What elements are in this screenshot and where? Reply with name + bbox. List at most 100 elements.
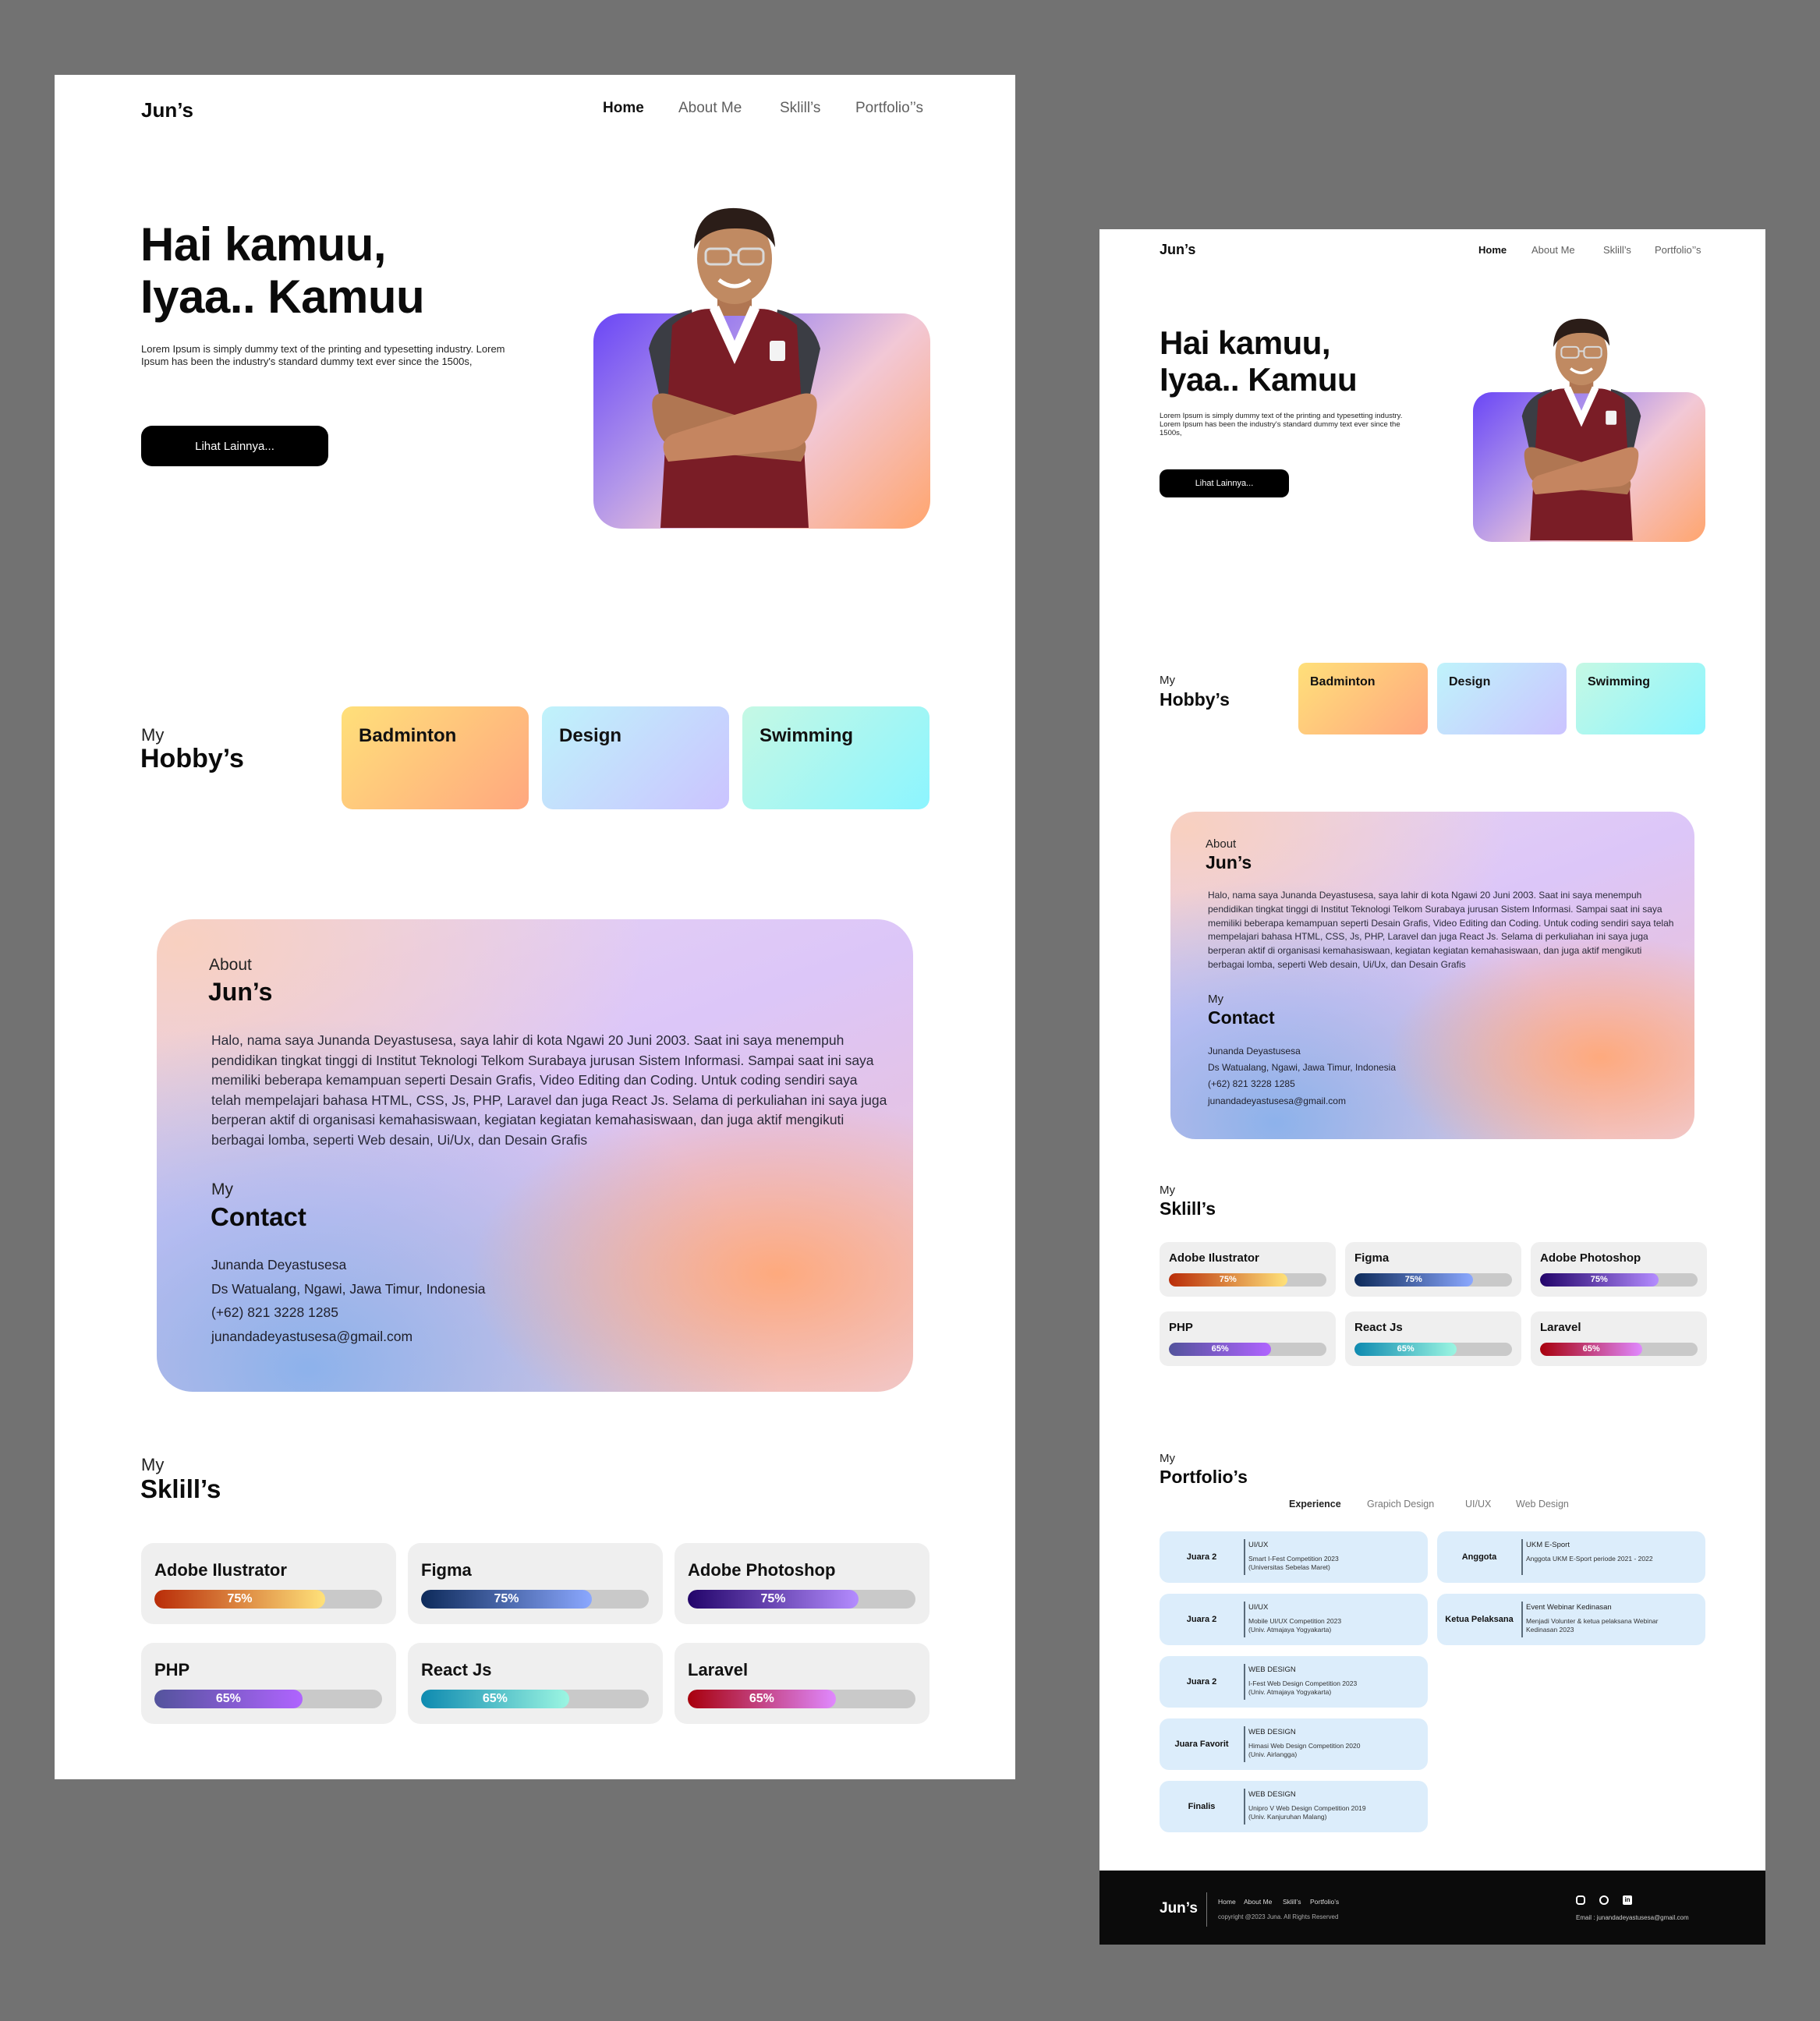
skill-progress-track: 75% <box>1540 1273 1698 1287</box>
nav-home-small[interactable]: Home <box>1478 244 1507 256</box>
instagram-icon[interactable] <box>1576 1895 1585 1905</box>
contact-phone: (+62) 821 3228 1285 <box>211 1304 338 1320</box>
skill-progress-track: 75% <box>688 1590 915 1609</box>
skill-name: Laravel <box>688 1660 749 1679</box>
nav-skills-small[interactable]: Sklill’s <box>1603 244 1631 256</box>
portfolio-card[interactable]: Juara Favorit WEB DESIGN Himasi Web Design… <box>1160 1718 1428 1770</box>
contact-email[interactable]: junandadeyastusesa@gmail.com <box>211 1329 413 1345</box>
contact-title-small: Contact <box>1208 1007 1275 1028</box>
portfolio-card[interactable]: Ketua Pelaksana Event Webinar Kedinasan Me… <box>1437 1594 1705 1645</box>
portfolio-label-small: My <box>1160 1452 1175 1465</box>
contact-phone-small: (+62) 821 3228 1285 <box>1208 1078 1295 1089</box>
hobby-card-design[interactable]: Design <box>542 706 729 809</box>
skill-progress-track: 65% <box>688 1690 915 1708</box>
nav-about-small[interactable]: About Me <box>1531 244 1575 256</box>
footer-link-portfolio[interactable]: Portfolio’s <box>1310 1898 1339 1906</box>
hobby-label-small-2: My <box>1160 674 1175 687</box>
footer-logo[interactable]: Jun’s <box>1160 1900 1198 1917</box>
portfolio-divider <box>1521 1539 1523 1575</box>
skill-progress-track: 75% <box>154 1590 382 1609</box>
tab-web-design[interactable]: Web Design <box>1516 1499 1569 1510</box>
portfolio-rank: Juara Favorit <box>1174 1739 1229 1749</box>
portfolio-detail-2: Kedinasan 2023 <box>1526 1626 1574 1633</box>
github-icon[interactable] <box>1599 1895 1609 1905</box>
contact-email-small[interactable]: junandadeyastusesa@gmail.com <box>1208 1095 1346 1106</box>
about-text-small: Halo, nama saya Junanda Deyastusesa, say… <box>1208 890 1674 970</box>
about-title-small: Jun’s <box>1206 852 1252 872</box>
portfolio-card[interactable]: Juara 2 UI/UX Smart I-Fest Competition 202… <box>1160 1531 1428 1583</box>
nav-about[interactable]: About Me <box>678 100 742 117</box>
skill-progress-fill: 75% <box>421 1590 592 1609</box>
brand-logo-small[interactable]: Jun’s <box>1160 242 1195 258</box>
portfolio-category: UI/UX <box>1248 1541 1269 1549</box>
hero-title-small: Hai kamuu, Iyaa.. Kamuu <box>1160 324 1358 398</box>
skill-card-1: Figma 75% <box>1345 1242 1521 1297</box>
skills-label-small: My <box>141 1455 165 1474</box>
footer-link-home[interactable]: Home <box>1218 1898 1236 1906</box>
page-small: Jun’s Home About Me Sklill’s Portfolio’’… <box>1099 229 1765 1945</box>
nav-skills[interactable]: Sklill’s <box>780 100 820 117</box>
skill-progress-fill: 65% <box>688 1690 836 1708</box>
portfolio-divider <box>1244 1539 1245 1575</box>
hero-title-small-line2: Iyaa.. Kamuu <box>1160 361 1358 398</box>
skill-name: Adobe Photoshop <box>1540 1251 1641 1265</box>
portfolio-divider <box>1521 1602 1523 1637</box>
nav-home[interactable]: Home <box>603 100 644 117</box>
portfolio-card[interactable]: Juara 2 UI/UX Mobile UI/UX Competition 202… <box>1160 1594 1428 1645</box>
portfolio-rank: Ketua Pelaksana <box>1445 1614 1514 1624</box>
linkedin-icon[interactable]: in <box>1623 1895 1632 1905</box>
hobby-card-badminton-small[interactable]: Badminton <box>1298 663 1428 734</box>
tab-graphic-design[interactable]: Grapich Design <box>1367 1499 1434 1510</box>
hobby-card-design-small[interactable]: Design <box>1437 663 1567 734</box>
hobby-card-swimming-small[interactable]: Swimming <box>1576 663 1705 734</box>
skill-name: Laravel <box>1540 1321 1581 1334</box>
skill-progress-fill: 75% <box>1540 1273 1659 1287</box>
portfolio-detail-2: (Univ. Kanjuruhan Malang) <box>1248 1813 1327 1821</box>
portfolio-detail-2: (Univ. Atmajaya Yogyakarta) <box>1248 1688 1332 1696</box>
nav-portfolio-small[interactable]: Portfolio’’s <box>1655 244 1701 256</box>
portfolio-card[interactable]: Juara 2 WEB DESIGN I-Fest Web Design Compe… <box>1160 1656 1428 1708</box>
footer-link-about[interactable]: About Me <box>1244 1898 1272 1906</box>
hobby-card-badminton[interactable]: Badminton <box>342 706 529 809</box>
portfolio-divider <box>1244 1602 1245 1637</box>
skill-progress-fill: 65% <box>1540 1343 1643 1356</box>
portfolio-detail-1: Mobile UI/UX Competition 2023 <box>1248 1617 1342 1625</box>
skill-progress-track: 75% <box>421 1590 649 1609</box>
see-more-button[interactable]: Lihat Lainnya... <box>141 426 328 466</box>
tab-uiux[interactable]: UI/UX <box>1465 1499 1491 1510</box>
skill-name: Figma <box>421 1560 472 1580</box>
tab-experience[interactable]: Experience <box>1289 1499 1341 1510</box>
portfolio-category: WEB DESIGN <box>1248 1665 1296 1674</box>
portfolio-card[interactable]: Finalis WEB DESIGN Unipro V Web Design Com… <box>1160 1781 1428 1832</box>
skill-progress-fill: 75% <box>154 1590 325 1609</box>
skill-card-0: Adobe Ilustrator 75% <box>1160 1242 1336 1297</box>
footer-divider <box>1206 1892 1207 1927</box>
brand-logo[interactable]: Jun’s <box>141 98 193 122</box>
footer-copyright: copyright @2023 Juna. All Rights Reserve… <box>1218 1913 1339 1920</box>
hero-title-small-line1: Hai kamuu, <box>1160 324 1331 361</box>
skill-progress-track: 65% <box>421 1690 649 1708</box>
portfolio-detail-2: (Universitas Sebelas Maret) <box>1248 1563 1330 1571</box>
portfolio-divider <box>1244 1664 1245 1700</box>
portfolio-detail-1: Unipro V Web Design Competition 2019 <box>1248 1804 1366 1812</box>
portfolio-rank: Anggota <box>1461 1552 1497 1562</box>
skill-name: React Js <box>1354 1321 1403 1334</box>
about-label-small: About <box>209 956 252 974</box>
portfolio-category: UI/UX <box>1248 1603 1269 1612</box>
skill-progress-fill: 75% <box>1354 1273 1473 1287</box>
hero-description-small: Lorem Ipsum is simply dummy text of the … <box>1160 412 1403 437</box>
portfolio-detail-1: Himasi Web Design Competition 2020 <box>1248 1742 1361 1750</box>
hobby-card-swimming[interactable]: Swimming <box>742 706 929 809</box>
portfolio-detail-1: I-Fest Web Design Competition 2023 <box>1248 1679 1358 1687</box>
skill-card-4: React Js 65% <box>1345 1311 1521 1366</box>
skills-title-small: Sklill’s <box>1160 1198 1216 1219</box>
contact-label-small-2: My <box>1208 993 1223 1006</box>
hero-title-line2: Iyaa.. Kamuu <box>140 271 425 324</box>
skill-name: PHP <box>1169 1321 1193 1334</box>
portfolio-card[interactable]: Anggota UKM E-Sport Anggota UKM E-Sport pe… <box>1437 1531 1705 1583</box>
footer-link-skills[interactable]: Sklill’s <box>1283 1898 1301 1906</box>
skill-progress-track: 65% <box>154 1690 382 1708</box>
nav-portfolio[interactable]: Portfolio’’s <box>855 100 923 117</box>
see-more-button-small[interactable]: Lihat Lainnya... <box>1160 469 1289 497</box>
footer-email[interactable]: Email : junandadeyastusesa@gmail.com <box>1576 1914 1689 1921</box>
